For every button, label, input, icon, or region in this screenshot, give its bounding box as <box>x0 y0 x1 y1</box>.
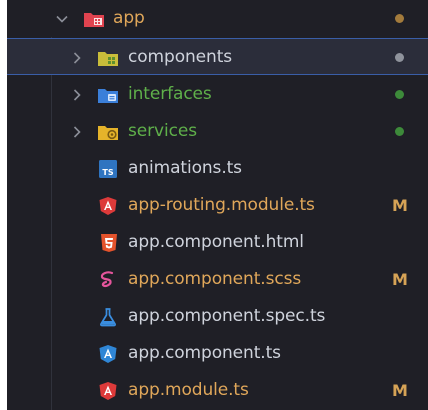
tree-item-label: app <box>113 8 145 28</box>
modified-badge: M <box>392 196 408 215</box>
tree-item-app-component-spec-ts[interactable]: app.component.spec.ts <box>7 298 428 335</box>
interfaces-folder-icon <box>97 85 119 105</box>
tree-item-label: app.module.ts <box>128 380 249 400</box>
tree-item-label: interfaces <box>128 84 212 104</box>
sass-icon <box>98 270 118 290</box>
chevron-right-icon[interactable] <box>69 76 85 113</box>
app-folder-icon <box>83 9 105 29</box>
untracked-dot <box>395 127 404 136</box>
modified-dot <box>395 14 404 23</box>
file-explorer: app components interfaces services TS an… <box>7 0 428 410</box>
tree-item-app-component-ts[interactable]: app.component.ts <box>7 335 428 372</box>
angular-icon <box>98 381 118 401</box>
chevron-right-icon[interactable] <box>69 39 85 76</box>
tree-item-label: animations.ts <box>128 158 242 178</box>
tree-item-label: services <box>128 121 197 141</box>
tree-item-app-component-html[interactable]: app.component.html <box>7 224 428 261</box>
untracked-dot <box>395 90 404 99</box>
tree-item-interfaces[interactable]: interfaces <box>7 76 428 113</box>
tree-item-label: app.component.scss <box>128 269 302 289</box>
chevron-down-icon[interactable] <box>54 0 70 37</box>
tree-item-label: app.component.ts <box>128 343 281 363</box>
tree-item-label: app.component.html <box>128 232 304 252</box>
services-folder-icon <box>97 122 119 142</box>
typescript-icon: TS <box>98 159 118 179</box>
tree-item-label: app.component.spec.ts <box>128 306 326 326</box>
status-dot <box>395 53 404 62</box>
tree-item-app-module-ts[interactable]: app.module.ts M <box>7 372 428 409</box>
components-folder-icon <box>97 48 119 68</box>
tree-item-app[interactable]: app <box>7 0 428 37</box>
svg-text:TS: TS <box>102 168 113 177</box>
tree-item-components[interactable]: components <box>7 38 428 75</box>
test-flask-icon <box>98 307 118 327</box>
tree-item-label: components <box>128 47 233 67</box>
modified-badge: M <box>392 381 408 400</box>
tree-item-app-component-scss[interactable]: app.component.scss M <box>7 261 428 298</box>
tree-item-animations-ts[interactable]: TS animations.ts <box>7 150 428 187</box>
chevron-right-icon[interactable] <box>69 113 85 150</box>
html-icon <box>99 233 119 253</box>
tree-item-services[interactable]: services <box>7 113 428 150</box>
angular-component-icon <box>98 344 118 364</box>
angular-icon <box>98 196 118 216</box>
tree-item-app-routing-module-ts[interactable]: app-routing.module.ts M <box>7 187 428 224</box>
modified-badge: M <box>392 270 408 289</box>
tree-item-label: app-routing.module.ts <box>128 195 315 215</box>
